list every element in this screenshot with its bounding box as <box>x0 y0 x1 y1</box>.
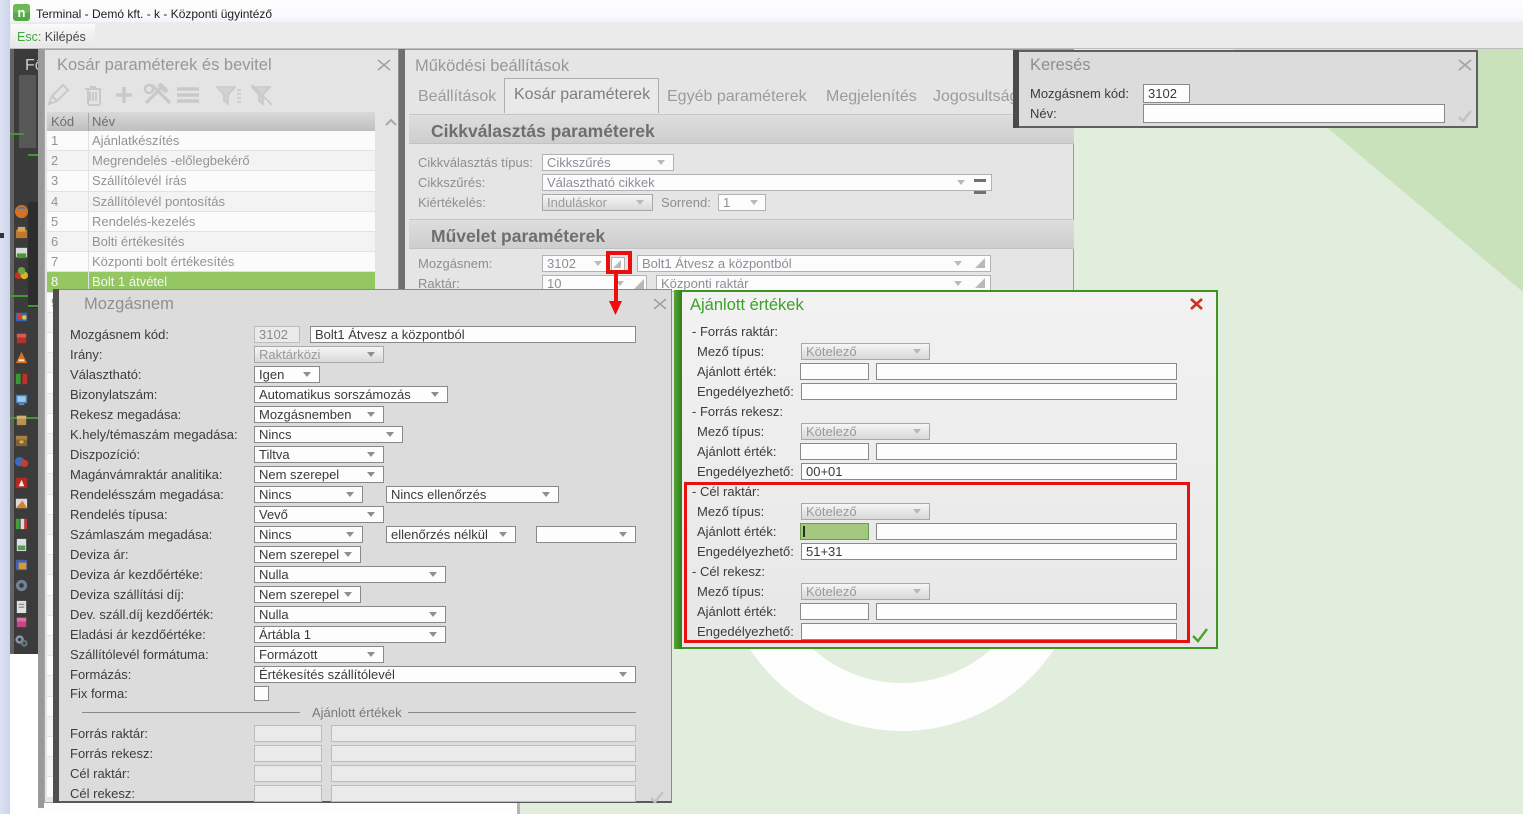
svg-text:n: n <box>18 5 26 20</box>
